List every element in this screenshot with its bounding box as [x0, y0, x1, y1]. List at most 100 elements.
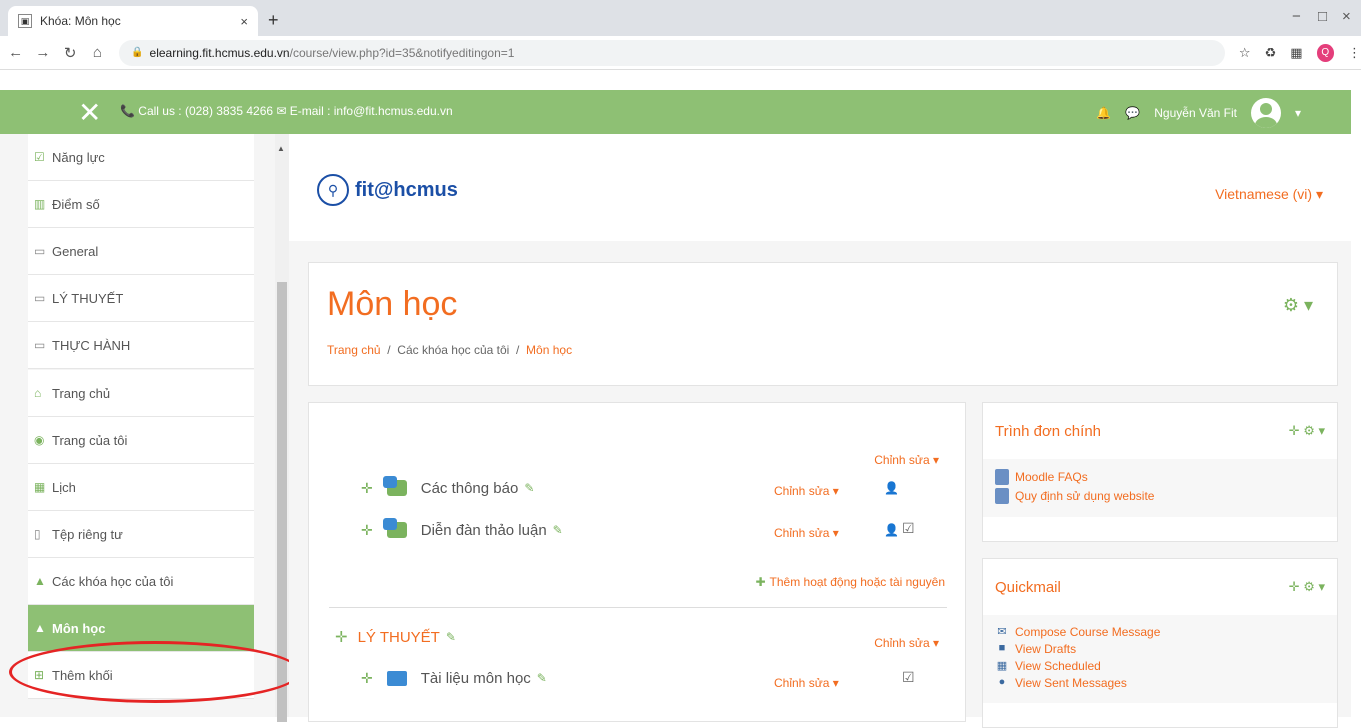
- activity-announcements[interactable]: ✛ Các thông báo ✎: [361, 476, 534, 500]
- breadcrumb-home[interactable]: Trang chủ: [327, 343, 381, 357]
- activity-edit-menu[interactable]: Chỉnh sửa ▾: [774, 676, 839, 690]
- activity-edit-menu[interactable]: Chỉnh sửa ▾: [774, 526, 839, 540]
- address-bar[interactable]: 🔒 elearning.fit.hcmus.edu.vn/course/view…: [119, 39, 1225, 66]
- section-edit-menu[interactable]: Chỉnh sửa ▾: [874, 636, 939, 650]
- browser-menu-icon[interactable]: ⋮: [1348, 45, 1361, 61]
- edit-title-pencil-icon[interactable]: ✎: [553, 523, 563, 537]
- block-link[interactable]: ■ View Drafts: [995, 642, 1325, 656]
- activity-course-materials[interactable]: ✛ Tài liệu môn học ✎: [361, 666, 547, 690]
- sidebar-item-label: Tệp riêng tư: [52, 526, 123, 542]
- section-edit-menu[interactable]: Chỉnh sửa ▾: [874, 453, 939, 467]
- group-mode-icon[interactable]: 👤: [884, 523, 899, 537]
- add-activity-label: Thêm hoạt động hoặc tài nguyên: [769, 575, 945, 589]
- block-link[interactable]: ✉ Compose Course Message: [995, 625, 1325, 639]
- link-label: Compose Course Message: [1015, 625, 1161, 639]
- add-activity-link[interactable]: ✚ Thêm hoạt động hoặc tài nguyên: [755, 575, 945, 589]
- main-region: ⚲ fit@hcmus Vietnamese (vi) ▾ Môn học Tr…: [289, 134, 1351, 728]
- edit-title-pencil-icon[interactable]: ✎: [446, 630, 456, 644]
- sidebar-item-8[interactable]: ▯ Tệp riêng tư: [28, 511, 254, 558]
- group-mode-icon[interactable]: 👤: [884, 481, 899, 495]
- window-close-icon[interactable]: ×: [1342, 8, 1351, 25]
- activity-name[interactable]: Tài liệu môn học: [421, 670, 531, 687]
- block-link[interactable]: Quy định sử dụng website: [995, 488, 1325, 504]
- minimize-icon[interactable]: −: [1292, 8, 1301, 25]
- sidebar-scrollbar[interactable]: ▲: [275, 134, 289, 722]
- block-header: Quickmail ✛ ⚙ ▾: [983, 559, 1337, 615]
- url-path: /course/view.php?id=35&notifyeditingon=1: [289, 45, 515, 60]
- block-link[interactable]: ● View Sent Messages: [995, 676, 1325, 690]
- reload-icon[interactable]: ↻: [59, 44, 82, 62]
- block-link[interactable]: Moodle FAQs: [995, 469, 1325, 485]
- sidebar-item-4[interactable]: ▭ THỰC HÀNH: [28, 322, 254, 369]
- block-controls[interactable]: ✛ ⚙ ▾: [1289, 423, 1325, 439]
- course-settings-gear-icon[interactable]: ⚙ ▾: [1283, 295, 1313, 316]
- calendar-icon: ▦: [996, 660, 1008, 672]
- graduation-cap-icon: ▲: [34, 621, 46, 635]
- home-icon[interactable]: ⌂: [86, 44, 109, 61]
- sidebar-item-0[interactable]: ☑ Năng lực: [28, 134, 254, 181]
- completion-checkbox-icon[interactable]: ☑: [902, 520, 915, 537]
- sidebar-item-label: Trang của tôi: [52, 432, 128, 448]
- sidebar-item-1[interactable]: ▥ Điểm số: [28, 181, 254, 228]
- user-name[interactable]: Nguyễn Văn Fit: [1154, 106, 1237, 120]
- block-header: Trình đơn chính ✛ ⚙ ▾: [983, 403, 1337, 459]
- grades-icon: ▥: [34, 197, 46, 211]
- notification-bell-icon[interactable]: 🔔: [1096, 106, 1111, 120]
- block-title: Trình đơn chính: [995, 422, 1102, 440]
- sidebar-item-5[interactable]: ⌂ Trang chủ: [28, 370, 254, 417]
- breadcrumb-current[interactable]: Môn học: [526, 343, 572, 357]
- move-icon[interactable]: ✛: [361, 522, 373, 539]
- move-icon[interactable]: ✛: [335, 628, 348, 646]
- breadcrumb-my-courses[interactable]: Các khóa học của tôi: [397, 343, 509, 357]
- browser-tab[interactable]: ▣ Khóa: Môn học ×: [8, 6, 258, 36]
- edit-title-pencil-icon[interactable]: ✎: [524, 481, 534, 495]
- completion-checkbox-icon[interactable]: ☑: [902, 669, 915, 686]
- avatar[interactable]: [1250, 98, 1281, 128]
- edit-title-pencil-icon[interactable]: ✎: [537, 671, 547, 685]
- link-label: View Drafts: [1015, 642, 1077, 656]
- activity-discussion-forum[interactable]: ✛ Diễn đàn thảo luận ✎: [361, 518, 563, 542]
- lock-icon: 🔒: [131, 47, 144, 58]
- messages-icon[interactable]: 💬: [1125, 106, 1140, 120]
- block-quickmail: Quickmail ✛ ⚙ ▾ ✉ Compose Course Message …: [982, 558, 1338, 728]
- sidebar-item-label: Các khóa học của tôi: [52, 573, 174, 589]
- sidebar-item-9[interactable]: ▲ Các khóa học của tôi: [28, 558, 254, 605]
- profile-icon[interactable]: Q: [1316, 43, 1334, 62]
- back-icon[interactable]: ←: [4, 44, 27, 61]
- checkbox-icon: ☑: [34, 150, 45, 164]
- section-title[interactable]: LÝ THUYẾT: [358, 629, 440, 646]
- bookmark-star-icon[interactable]: ☆: [1239, 45, 1251, 61]
- block-link[interactable]: ▦ View Scheduled: [995, 659, 1325, 673]
- forward-icon[interactable]: →: [31, 44, 54, 61]
- course-content: Chỉnh sửa ▾ ✛ Các thông báo ✎ Chỉnh sửa …: [308, 402, 966, 722]
- scroll-up-icon[interactable]: ▲: [277, 144, 285, 153]
- sidebar-item-7[interactable]: ▦ Lịch: [28, 464, 254, 511]
- sidebar-item-3[interactable]: ▭ LÝ THUYẾT: [28, 275, 254, 322]
- new-tab-button[interactable]: +: [268, 10, 279, 31]
- sidebar-item-6[interactable]: ◉ Trang của tôi: [28, 417, 254, 464]
- move-icon[interactable]: ✛: [361, 670, 373, 687]
- section-divider: [329, 607, 947, 608]
- maximize-icon[interactable]: □: [1318, 8, 1327, 25]
- user-menu-caret-icon[interactable]: ▾: [1295, 106, 1301, 120]
- activity-name[interactable]: Diễn đàn thảo luận: [421, 522, 547, 539]
- sidebar-item-label: Môn học: [52, 620, 106, 636]
- breadcrumb-sep: /: [516, 343, 520, 357]
- link-label: Quy định sử dụng website: [1015, 489, 1155, 503]
- section-heading: ✛ LÝ THUYẾT ✎: [335, 628, 456, 647]
- sidebar-item-label: Điểm số: [52, 196, 100, 212]
- breadcrumb-sep: /: [387, 343, 391, 357]
- tab-close-icon[interactable]: ×: [240, 14, 248, 29]
- site-logo[interactable]: ⚲ fit@hcmus: [317, 174, 458, 206]
- language-selector[interactable]: Vietnamese (vi) ▾: [1215, 186, 1323, 203]
- move-icon[interactable]: ✛: [361, 480, 373, 497]
- activity-edit-menu[interactable]: Chỉnh sửa ▾: [774, 484, 839, 498]
- contact-text: Call us : (028) 3835 4266 ✉ E-mail : inf…: [138, 104, 453, 118]
- sidebar-item-2[interactable]: ▭ General: [28, 228, 254, 275]
- activity-name[interactable]: Các thông báo: [421, 480, 519, 497]
- close-drawer-icon[interactable]: ✕: [78, 96, 101, 129]
- extension-icon[interactable]: ♻: [1265, 45, 1277, 61]
- translate-icon[interactable]: ▦: [1290, 45, 1302, 61]
- phone-icon: 📞: [120, 104, 139, 118]
- block-controls[interactable]: ✛ ⚙ ▾: [1289, 579, 1325, 595]
